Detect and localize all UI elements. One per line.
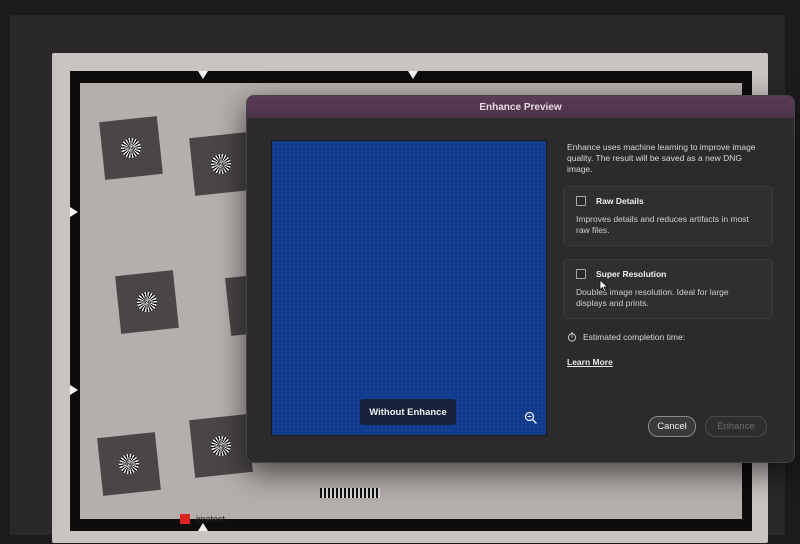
- learn-more-link[interactable]: Learn More: [567, 357, 613, 367]
- raw-details-description: Improves details and reduces artifacts i…: [576, 214, 749, 235]
- chart-marker: [70, 385, 78, 395]
- stopwatch-icon: [567, 332, 577, 342]
- enhance-preview-dialog: Enhance Preview Without Enhance Enhance …: [246, 95, 795, 463]
- chart-target: [115, 270, 179, 334]
- super-resolution-checkbox[interactable]: [576, 269, 586, 279]
- imatest-logo-icon: [180, 514, 190, 524]
- enhance-preview-image[interactable]: Without Enhance: [271, 140, 547, 436]
- chart-target: [97, 432, 161, 496]
- dialog-titlebar[interactable]: Enhance Preview: [247, 96, 794, 118]
- chart-logo-text: imatest: [196, 514, 226, 524]
- chart-marker: [198, 71, 208, 79]
- chart-target: [189, 132, 253, 196]
- zoom-out-icon[interactable]: [524, 411, 538, 425]
- chart-target: [189, 414, 253, 478]
- option-super-resolution: Super Resolution Doubles image resolutio…: [563, 259, 773, 319]
- mouse-cursor-icon: [599, 279, 609, 293]
- without-enhance-toggle[interactable]: Without Enhance: [360, 399, 456, 425]
- raw-details-label[interactable]: Raw Details: [596, 196, 644, 206]
- estimated-completion-label: Estimated completion time:: [583, 332, 686, 342]
- super-resolution-description: Doubles image resolution. Ideal for larg…: [576, 287, 729, 308]
- estimated-completion: Estimated completion time:: [567, 332, 685, 342]
- chart-target: [99, 116, 163, 180]
- chart-wedge: [320, 488, 380, 498]
- dialog-title: Enhance Preview: [479, 101, 562, 113]
- enhance-button[interactable]: Enhance: [705, 416, 767, 437]
- option-raw-details: Raw Details Improves details and reduces…: [563, 186, 773, 246]
- chart-logo: imatest: [180, 512, 380, 526]
- chart-marker: [408, 71, 418, 79]
- cancel-button[interactable]: Cancel: [648, 416, 696, 437]
- raw-details-checkbox[interactable]: [576, 196, 586, 206]
- chart-marker: [70, 207, 78, 217]
- enhance-description: Enhance uses machine learning to improve…: [567, 142, 756, 174]
- super-resolution-label[interactable]: Super Resolution: [596, 269, 666, 279]
